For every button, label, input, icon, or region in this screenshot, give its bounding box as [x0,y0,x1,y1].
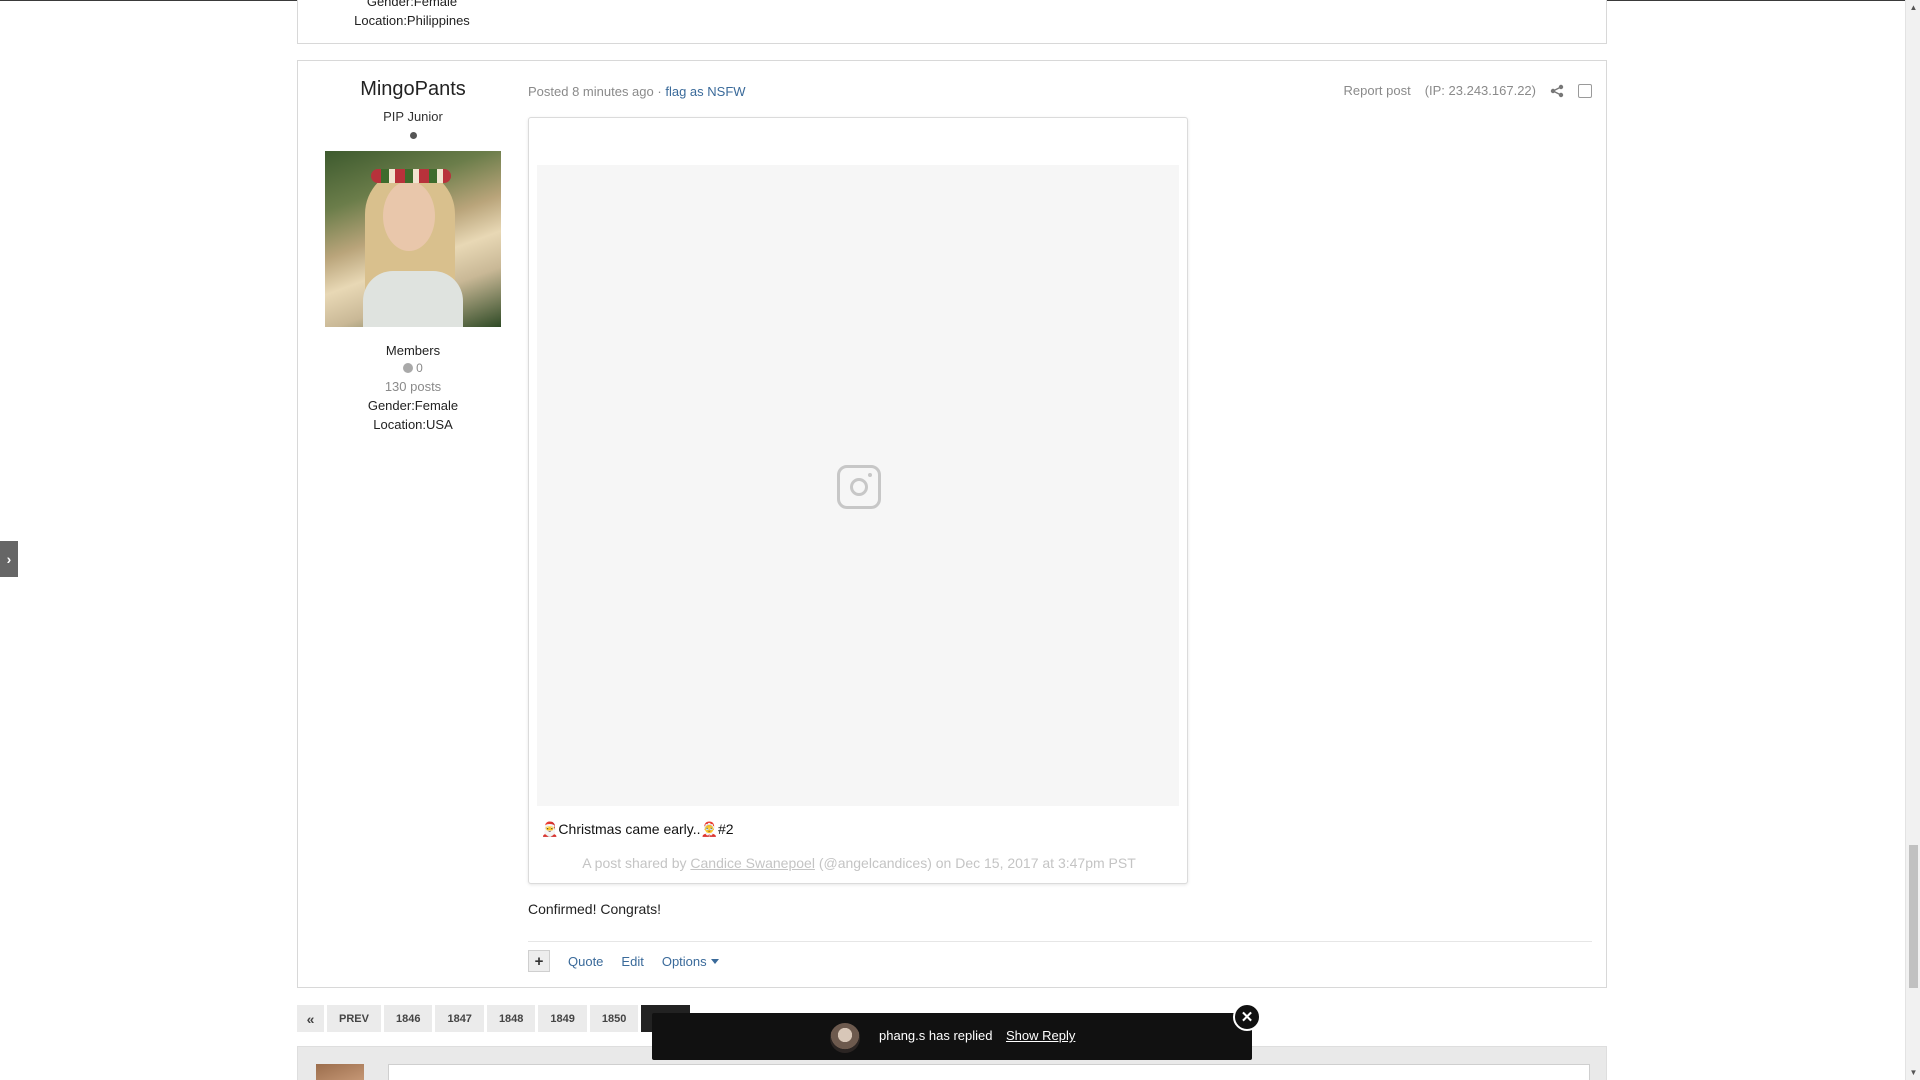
avatar[interactable] [325,151,501,327]
page-1847[interactable]: 1847 [435,1005,484,1032]
scrollbar[interactable]: ▲ ▼ [1905,0,1920,1080]
reply-avatar [316,1064,364,1080]
options-label: Options [661,953,707,969]
page-1850[interactable]: 1850 [589,1005,639,1032]
quote-button[interactable]: Quote [568,954,603,969]
post-divider [528,941,1592,942]
close-icon[interactable]: ✕ [1233,1003,1261,1031]
forum-page: Gender:Female Location:Philippines Mingo… [0,0,1920,1080]
online-status-icon [409,132,417,139]
scroll-thumb[interactable] [1909,845,1918,988]
author-rank: PIP Junior [383,109,443,124]
post-meta: Posted 8 minutes ago · flag as NSFW [528,84,746,99]
post-actions: + Quote Edit Options [528,950,719,972]
scroll-up-icon[interactable]: ▲ [1906,0,1920,15]
post-body: Confirmed! Congrats! [528,901,662,917]
author-location: Location:USA [373,417,453,432]
author-panel: MingoPants PIP Junior Members 0 130 post… [298,61,528,432]
instagram-credit: A post shared by Candice Swanepoel (@ang… [582,855,1136,871]
instagram-caption: 🎅Christmas came early..🤶#2 [541,821,734,837]
reply-notification-toast: phang.s has replied Show Reply [652,1013,1252,1060]
page-1849[interactable]: 1849 [538,1005,587,1032]
instagram-author-link[interactable]: Candice Swanepoel [690,855,815,871]
prev-page-button[interactable]: PREV [327,1005,381,1032]
moderation-checkbox[interactable] [1578,83,1592,98]
meta-separator: · [657,84,662,99]
post-tools: Report post (IP: 23.243.167.22) [1343,83,1592,98]
ip-address: (IP: 23.243.167.22) [1424,83,1536,98]
flag-nsfw-link[interactable]: flag as NSFW [665,84,745,99]
author-gender: Gender:Female [367,398,459,413]
author-name[interactable]: MingoPants [298,78,528,101]
member-group: Members [385,343,441,358]
chevron-down-icon [710,958,719,964]
sidebar-toggle-chevron-icon[interactable]: › [0,541,18,577]
reply-editor[interactable] [388,1064,1590,1080]
edit-button[interactable]: Edit [621,954,643,969]
instagram-embed[interactable]: 🎅Christmas came early..🤶#2 A post shared… [528,117,1188,884]
share-icon[interactable] [1550,84,1564,98]
show-reply-link[interactable]: Show Reply [1006,1028,1075,1043]
post-timestamp: Posted 8 minutes ago [528,84,654,99]
previous-author-location: Location:Philippines [354,13,470,28]
reputation-value: 0 [416,361,423,375]
previous-author-gender: Gender:Female [366,0,458,9]
page-1846[interactable]: 1846 [383,1005,433,1032]
report-post-link[interactable]: Report post [1343,83,1410,98]
toast-message: phang.s has replied [879,1028,993,1043]
author-post-count: 130 posts [384,379,442,394]
first-page-button[interactable]: « [297,1005,324,1032]
forum-post: MingoPants PIP Junior Members 0 130 post… [297,60,1607,988]
scroll-down-icon[interactable]: ▼ [1906,1065,1920,1080]
instagram-media[interactable] [537,165,1179,806]
reputation: 0 [298,361,528,375]
replier-avatar [830,1023,860,1053]
instagram-icon [837,465,881,509]
multiquote-button[interactable]: + [528,950,550,972]
options-menu[interactable]: Options [662,954,719,969]
page-1848[interactable]: 1848 [486,1005,536,1032]
reputation-icon [403,363,414,373]
